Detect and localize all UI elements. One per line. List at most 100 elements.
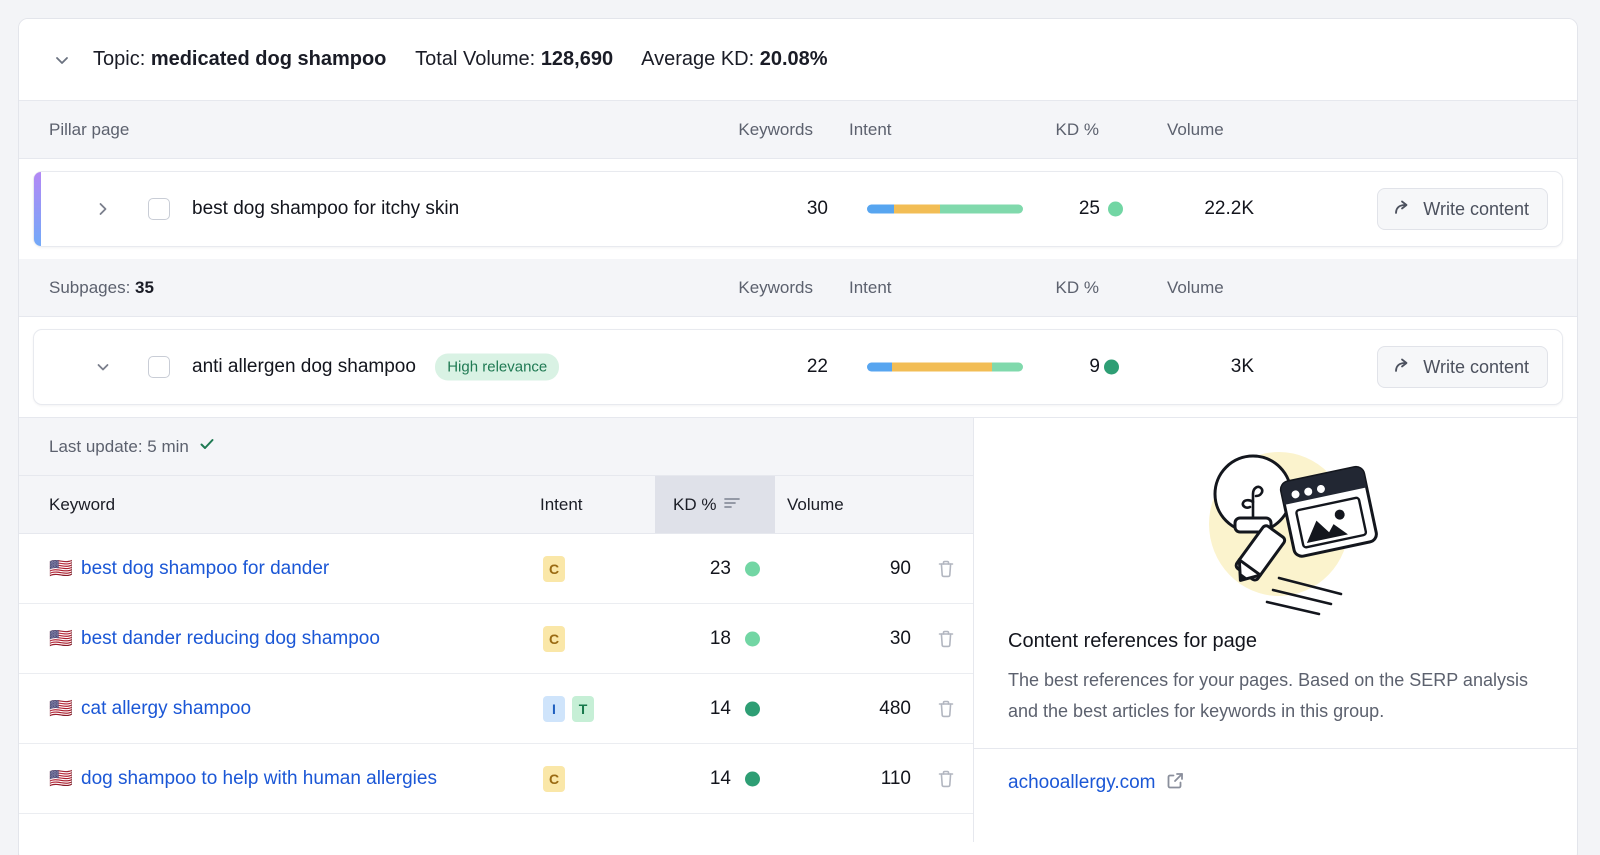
country-flag-icon: 🇺🇸 [49, 559, 73, 578]
table-row[interactable]: 🇺🇸 cat allergy shampoo IT 14 480 [19, 674, 973, 744]
keyword-volume-value: 480 [779, 698, 911, 720]
subpage-write-content-label: Write content [1423, 357, 1529, 378]
chevron-right-icon[interactable] [90, 196, 116, 222]
subpages-column-header: Subpages: 35 Keywords Intent KD % Volume [19, 259, 1577, 317]
keyword-link[interactable]: best dander reducing dog shampoo [81, 628, 380, 650]
keyword-volume-value: 30 [779, 628, 911, 650]
intent-segment-transactional [992, 363, 1023, 372]
subpage-row[interactable]: anti allergen dog shampoo High relevance… [33, 329, 1563, 405]
column-kd: KD % [1037, 120, 1099, 140]
average-kd-label: Average KD: [641, 48, 754, 70]
table-row[interactable]: 🇺🇸best dander reducing dog shampooC1830 [19, 604, 973, 674]
references-text-block: Content references for page The best ref… [974, 630, 1577, 748]
trash-icon[interactable] [935, 558, 957, 580]
keyword-link[interactable]: dog shampoo to help with human allergies [81, 768, 437, 790]
country-flag-icon: 🇺🇸 [49, 769, 73, 788]
share-arrow-icon [1392, 197, 1412, 222]
topic-label: Topic: [93, 48, 145, 70]
reference-link-row[interactable]: achooallergy.com [974, 748, 1577, 795]
last-update-label: Last update: 5 min [49, 437, 189, 457]
pillar-column-header: Pillar page Keywords Intent KD % Volume [19, 101, 1577, 159]
intent-badge-T: T [572, 696, 594, 722]
references-title: Content references for page [1008, 630, 1543, 653]
reference-domain-link[interactable]: achooallergy.com [1008, 772, 1156, 794]
pillar-row-checkbox[interactable] [148, 198, 170, 220]
sort-icon [724, 495, 741, 515]
trash-icon[interactable] [935, 628, 957, 650]
check-icon [198, 435, 216, 458]
pillar-keywords-value: 30 [726, 198, 828, 220]
subpages-count-value: 35 [135, 278, 154, 297]
last-update-bar: Last update: 5 min [19, 418, 973, 476]
pillar-write-content-label: Write content [1423, 199, 1529, 220]
table-row[interactable]: 🇺🇸 dog shampoo to help with human allergi… [19, 744, 973, 814]
intent-segment-commercial [894, 205, 941, 214]
keyword-kd-dot [745, 631, 760, 646]
sub-column-kd: KD % [1037, 278, 1099, 298]
intent-segment-informational [867, 363, 892, 372]
kw-column-kd[interactable]: KD % [673, 495, 741, 515]
kw-column-intent[interactable]: Intent [540, 495, 583, 515]
keyword-kd-value: 23 [667, 558, 731, 580]
column-pillar-page: Pillar page [49, 120, 129, 140]
chevron-down-icon[interactable] [47, 45, 77, 75]
keyword-intent-badges: C [543, 766, 565, 792]
country-flag-icon: 🇺🇸 [49, 629, 73, 648]
pillar-volume-value: 22.2K [1154, 198, 1254, 220]
trash-icon[interactable] [935, 698, 957, 720]
references-description: The best references for your pages. Base… [1008, 665, 1543, 726]
keyword-kd-dot [745, 701, 760, 716]
pillar-kd-value: 25 [1044, 198, 1100, 220]
topic-cluster-card: Topic: medicated dog shampoo Total Volum… [18, 18, 1578, 855]
intent-segment-commercial [892, 363, 992, 372]
pillar-page-title[interactable]: best dog shampoo for itchy skin [192, 198, 459, 220]
subpage-write-content-button[interactable]: Write content [1377, 346, 1548, 388]
column-keywords: Keywords [711, 120, 813, 140]
sub-column-intent: Intent [849, 278, 892, 298]
keyword-table-panel: Last update: 5 min Keyword Intent KD % [19, 418, 974, 842]
pillar-intent-bar [867, 205, 1023, 214]
column-volume: Volume [1167, 120, 1224, 140]
total-volume-label: Total Volume: [415, 48, 535, 70]
intent-badge-C: C [543, 556, 565, 582]
pillar-write-content-button[interactable]: Write content [1377, 188, 1548, 230]
kw-column-keyword[interactable]: Keyword [49, 495, 115, 515]
chevron-down-icon-subpage[interactable] [90, 354, 116, 380]
external-link-icon[interactable] [1166, 771, 1185, 795]
keyword-kd-value: 14 [667, 768, 731, 790]
keyword-kd-value: 14 [667, 698, 731, 720]
subpage-kd-dot [1104, 360, 1119, 375]
subpages-count-label: Subpages: 35 [49, 278, 154, 298]
keyword-intent-badges: C [543, 556, 565, 582]
content-references-panel: Content references for page The best ref… [974, 418, 1577, 842]
sub-column-keywords: Keywords [711, 278, 813, 298]
share-arrow-icon-subpage [1392, 355, 1412, 380]
intent-badge-I: I [543, 696, 565, 722]
intent-segment-transactional [940, 205, 1023, 214]
pillar-kd-dot [1108, 202, 1123, 217]
subpage-kd-value: 9 [1044, 356, 1100, 378]
country-flag-icon: 🇺🇸 [49, 699, 73, 718]
subpage-row-checkbox[interactable] [148, 356, 170, 378]
keyword-link[interactable]: best dog shampoo for dander [81, 558, 329, 580]
keyword-table-header: Keyword Intent KD % Volume [19, 476, 973, 534]
subpage-title[interactable]: anti allergen dog shampoo [192, 356, 416, 377]
keyword-volume-value: 110 [779, 768, 911, 790]
lightbulb-pencil-illustration [974, 418, 1577, 630]
keyword-row-list: 🇺🇸 best dog shampoo for dander C 23 90 🇺🇸 best… [19, 534, 973, 814]
trash-icon[interactable] [935, 768, 957, 790]
subpage-title-wrap: anti allergen dog shampoo High relevance [192, 354, 559, 381]
table-row[interactable]: 🇺🇸 best dog shampoo for dander C 23 90 [19, 534, 973, 604]
kw-column-volume[interactable]: Volume [787, 495, 844, 515]
topic-summary: Topic: medicated dog shampoo Total Volum… [93, 48, 828, 71]
intent-badge-C: C [543, 626, 565, 652]
average-kd-value: 20.08% [760, 48, 828, 70]
pillar-page-row[interactable]: best dog shampoo for itchy skin 30 25 22… [33, 171, 1563, 247]
keyword-volume-value: 90 [779, 558, 911, 580]
subpages-label-text: Subpages: [49, 278, 130, 297]
sub-column-volume: Volume [1167, 278, 1224, 298]
intent-segment-informational [867, 205, 894, 214]
keyword-intent-badges: C [543, 626, 565, 652]
column-intent: Intent [849, 120, 892, 140]
keyword-link[interactable]: cat allergy shampoo [81, 698, 251, 720]
